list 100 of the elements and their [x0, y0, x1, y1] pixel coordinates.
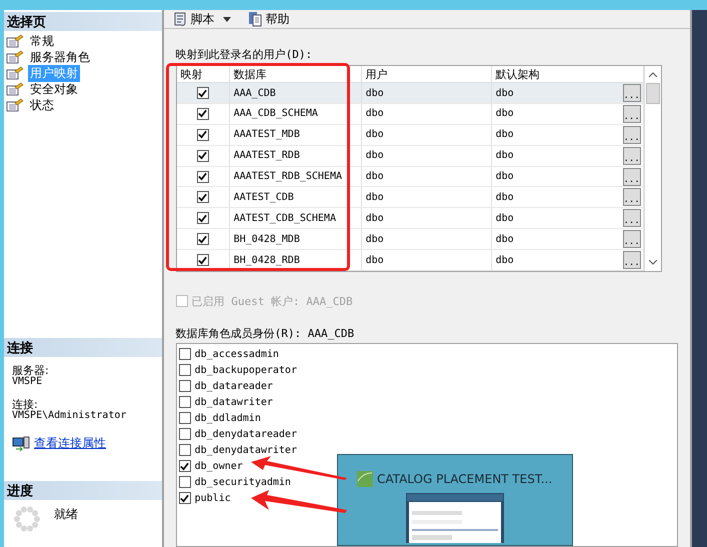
table-cell: dbo	[362, 208, 492, 228]
browse-button[interactable]: ...	[622, 188, 641, 206]
grid-row[interactable]: BH_0428_MDB dbo dbo ...	[176, 229, 644, 250]
table-cell: AATEST_CDB_SCHEMA	[230, 208, 362, 228]
browse-button[interactable]: ...	[622, 126, 641, 144]
page-item[interactable]: 常规	[6, 33, 162, 49]
grid-row[interactable]: AAATEST_RDB_SCHEMA dbo dbo ...	[176, 166, 644, 188]
server-label: 服务器:	[12, 365, 50, 376]
role-name: public	[194, 492, 231, 504]
browse-button[interactable]: ...	[622, 251, 641, 270]
checkbox[interactable]	[196, 254, 209, 266]
browse-button[interactable]: ...	[622, 168, 641, 186]
table-cell: dbo	[496, 254, 514, 266]
checkbox[interactable]	[196, 170, 209, 183]
checkbox[interactable]	[178, 396, 191, 408]
table-cell: BH_0428_RDB	[230, 250, 362, 270]
checkbox[interactable]	[178, 364, 191, 376]
table-cell: dbo	[496, 108, 514, 120]
checkbox[interactable]	[178, 444, 191, 456]
checkbox[interactable]	[178, 476, 191, 488]
role-name: db_denydatawriter	[194, 444, 297, 456]
role-name: db_datareader	[194, 380, 273, 392]
table-cell: dbo	[362, 166, 492, 186]
page-item[interactable]: 状态	[6, 97, 162, 113]
role-name: db_datawriter	[194, 396, 273, 408]
checkbox[interactable]	[178, 412, 191, 424]
checkbox[interactable]	[196, 233, 209, 246]
column-header[interactable]: 映射	[176, 66, 230, 82]
panel-header: 连接	[4, 338, 162, 357]
checkbox[interactable]	[196, 108, 209, 120]
grid-row[interactable]: AATEST_CDB_SCHEMA dbo dbo ...	[176, 208, 644, 230]
preview-title: CATALOG PLACEMENT TEST...	[377, 472, 552, 486]
table-cell: dbo	[496, 88, 514, 99]
connection-value: VMSPE\Administrator	[12, 410, 128, 421]
column-header[interactable]: 用户	[362, 66, 492, 82]
scrollbar[interactable]	[644, 66, 661, 271]
grid-row[interactable]: AAA_CDB_SCHEMA dbo dbo ...	[176, 104, 644, 125]
table-cell: dbo	[496, 192, 514, 203]
table-cell: dbo	[362, 229, 492, 250]
grid-row[interactable]: AAATEST_MDB dbo dbo ...	[176, 124, 644, 146]
table-cell: dbo	[362, 146, 492, 166]
browse-button[interactable]: ...	[622, 209, 641, 228]
role-name: db_ddladmin	[194, 412, 261, 424]
table-cell: AAATEST_RDB	[230, 146, 362, 166]
role-name: db_owner	[194, 460, 243, 472]
table-cell: dbo	[362, 104, 492, 124]
scroll-thumb[interactable]	[646, 83, 660, 104]
progress-status: 就绪	[54, 506, 78, 523]
grid-row[interactable]: BH_0428_RDB dbo dbo ...	[176, 250, 644, 271]
table-cell: dbo	[362, 83, 492, 103]
checkbox[interactable]	[178, 460, 191, 472]
toolbar-button[interactable]: 帮助	[244, 10, 292, 28]
computer-icon	[12, 436, 30, 452]
page-item[interactable]: 服务器角色	[6, 49, 162, 65]
browse-button[interactable]: ...	[622, 230, 641, 248]
spinner-icon	[14, 506, 40, 532]
table-cell: dbo	[362, 124, 492, 145]
mapping-label: 映射到此登录名的用户(D):	[176, 47, 314, 61]
role-name: db_securityadmin	[194, 476, 291, 488]
checkbox[interactable]	[196, 87, 209, 100]
page-item[interactable]: 安全对象	[6, 81, 162, 97]
panel-header: 选择页	[4, 12, 162, 31]
roles-label: 数据库角色成员身份(R): AAA_CDB	[176, 326, 356, 340]
connection-properties-link[interactable]: 查看连接属性	[34, 435, 106, 452]
dropdown-caret-icon[interactable]	[222, 16, 231, 22]
table-cell: dbo	[496, 212, 514, 224]
guest-label: 已启用 Guest 帐户: AAA_CDB	[192, 294, 353, 308]
table-cell: dbo	[362, 250, 492, 270]
table-cell: AAATEST_MDB	[230, 124, 362, 145]
grid-row[interactable]: AATEST_CDB dbo dbo ...	[176, 187, 644, 208]
role-name: db_denydatareader	[194, 428, 297, 440]
scroll-icon	[172, 11, 188, 27]
grid-row[interactable]: AAA_CDB dbo dbo ...	[176, 83, 644, 104]
checkbox[interactable]	[196, 150, 209, 162]
app-icon	[357, 471, 374, 487]
window-preview[interactable]: CATALOG PLACEMENT TEST...	[336, 454, 573, 546]
checkbox[interactable]	[196, 128, 209, 141]
checkbox[interactable]	[178, 380, 191, 392]
table-cell: BH_0428_MDB	[230, 229, 362, 250]
checkbox[interactable]	[178, 492, 191, 504]
browse-button[interactable]: ...	[622, 84, 641, 102]
checkbox[interactable]	[178, 348, 191, 360]
checkbox[interactable]	[178, 428, 191, 440]
role-name: db_backupoperator	[194, 364, 297, 376]
scroll-down-icon[interactable]	[648, 260, 657, 265]
table-cell: dbo	[362, 187, 492, 208]
grid-row[interactable]: AAATEST_RDB dbo dbo ...	[176, 146, 644, 167]
table-cell: AAATEST_RDB_SCHEMA	[230, 166, 362, 186]
scroll-up-icon[interactable]	[648, 72, 657, 77]
browse-button[interactable]: ...	[622, 146, 641, 165]
browse-button[interactable]: ...	[622, 104, 641, 123]
checkbox[interactable]	[196, 191, 209, 204]
table-cell: AAA_CDB_SCHEMA	[230, 104, 362, 124]
panel-header: 进度	[4, 481, 162, 500]
document-icon	[246, 11, 263, 27]
toolbar-button[interactable]: 脚本	[170, 10, 217, 28]
column-header[interactable]: 数据库	[230, 66, 362, 82]
table-cell: AATEST_CDB	[230, 187, 362, 208]
checkbox[interactable]	[196, 212, 209, 224]
server-value: VMSPE	[12, 376, 44, 387]
